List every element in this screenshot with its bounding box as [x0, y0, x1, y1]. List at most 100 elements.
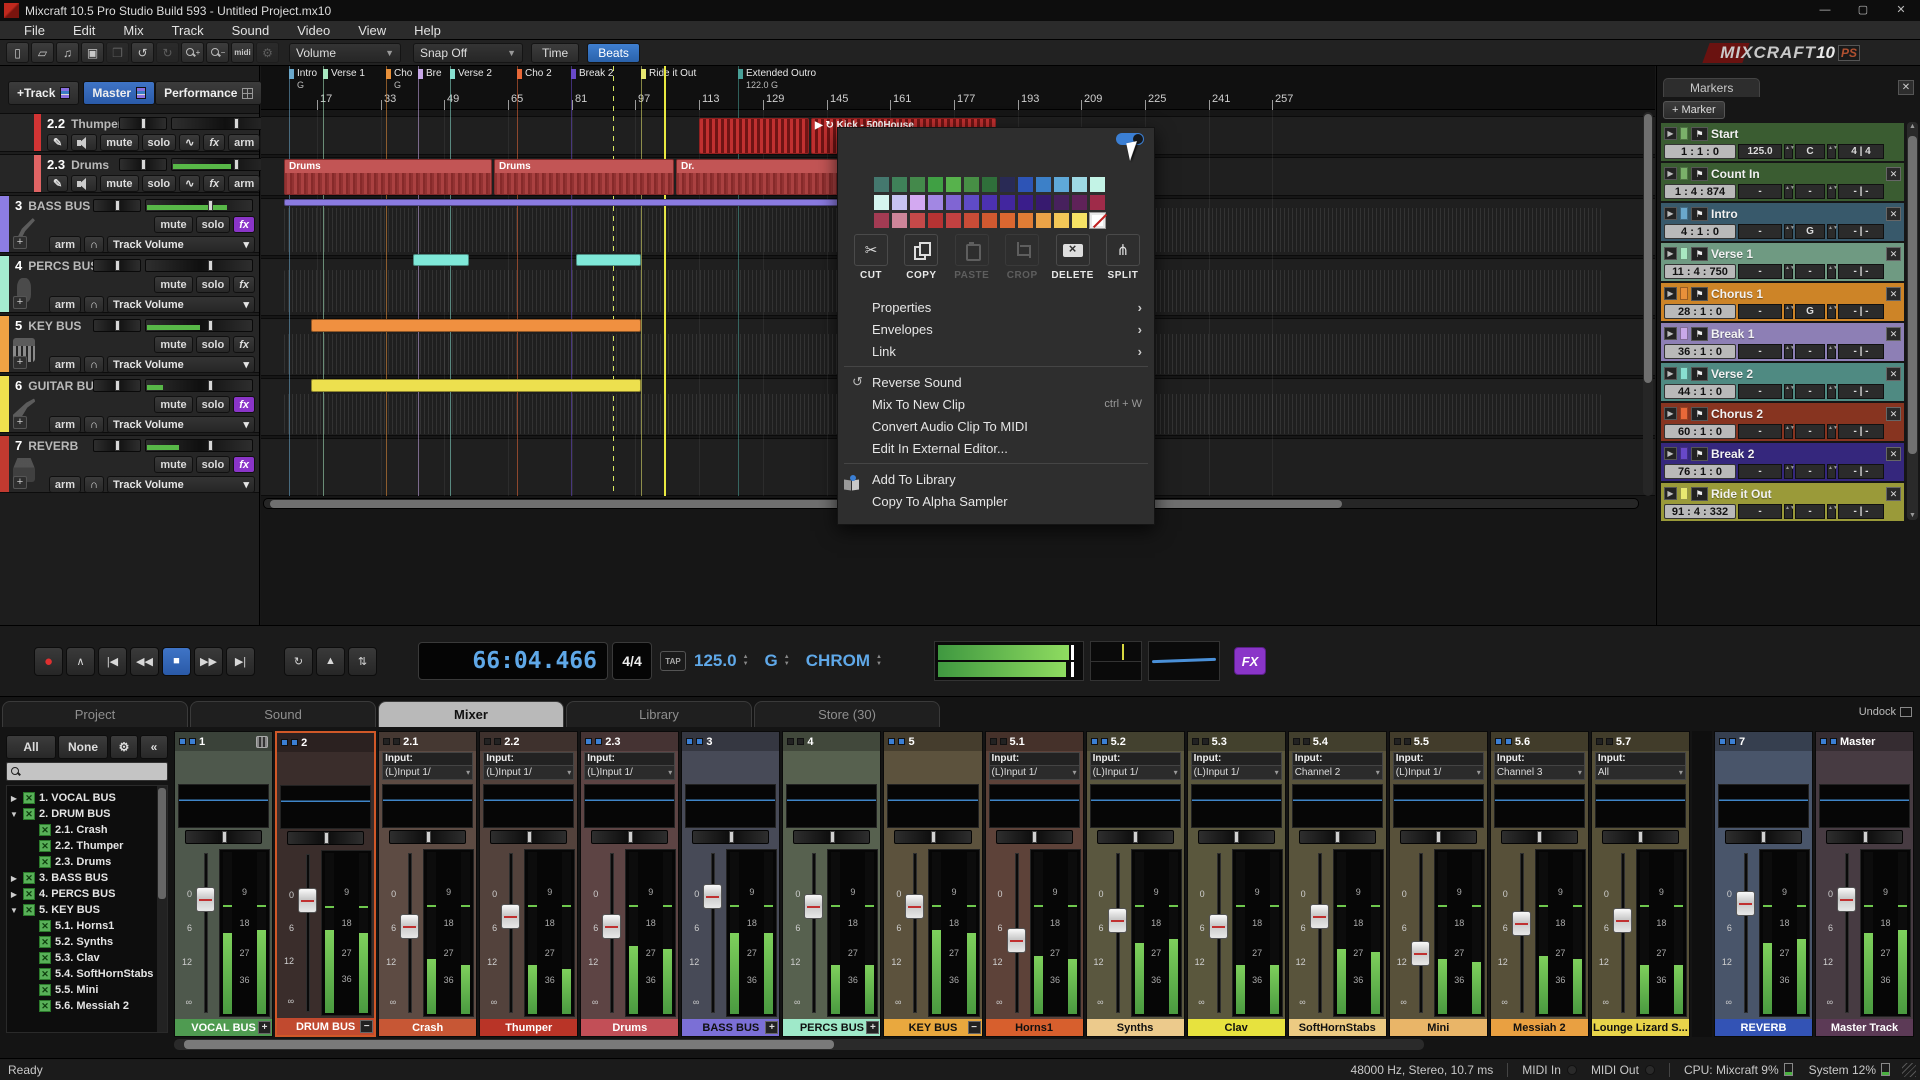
- arm-button[interactable]: arm: [49, 236, 81, 253]
- tree-down-arrow-icon[interactable]: ▼: [9, 810, 19, 819]
- marker-delete-button[interactable]: ✕: [1886, 407, 1901, 421]
- color-swatch[interactable]: [928, 177, 943, 192]
- color-swatch[interactable]: [892, 195, 907, 210]
- volume-handle[interactable]: [234, 118, 239, 129]
- marker-key-field[interactable]: -: [1795, 344, 1825, 359]
- strip-name-label[interactable]: REVERB: [1715, 1019, 1812, 1036]
- new-project-icon[interactable]: ▯: [6, 42, 29, 63]
- input-dropdown[interactable]: (L)Input 1/▾: [1393, 765, 1484, 780]
- envelope-button[interactable]: ∿: [179, 134, 200, 151]
- strip-name-label[interactable]: VOCAL BUS+: [175, 1019, 272, 1036]
- tree-item-3-bass-bus[interactable]: ▶✕3. BASS BUS: [9, 870, 165, 886]
- marker-expand-button[interactable]: ▶: [1664, 327, 1677, 340]
- key-spinner[interactable]: ▲▼: [1827, 344, 1836, 359]
- volume-fader[interactable]: [1309, 849, 1331, 1017]
- loop-record-button[interactable]: ∧: [66, 647, 95, 676]
- redo-icon[interactable]: ↻: [156, 42, 179, 63]
- marker-signature-field[interactable]: - | -: [1838, 304, 1884, 319]
- fader-handle[interactable]: [501, 904, 520, 929]
- undo-icon[interactable]: ↺: [131, 42, 154, 63]
- volume-slider[interactable]: [145, 259, 253, 272]
- add-subtrack-button[interactable]: +: [13, 296, 27, 309]
- performance-button[interactable]: Performance: [155, 81, 262, 105]
- fader-handle[interactable]: [1411, 941, 1430, 966]
- pan-slider[interactable]: [119, 117, 167, 130]
- marker-row-break-1[interactable]: ▶⚑Break 1✕36 : 1 : 0-▲▼-▲▼- | -: [1661, 323, 1904, 361]
- track-row-4[interactable]: 4PERCS BUSmutesolofxarm∩Track Volume▾+: [0, 255, 259, 313]
- marker-row-count-in[interactable]: ▶⚑Count In✕1 : 4 : 874-▲▼-▲▼- | -: [1661, 163, 1904, 201]
- menu-item-add-to-library[interactable]: Add To Library: [838, 468, 1154, 490]
- color-swatch[interactable]: [964, 213, 979, 228]
- pan-handle[interactable]: [628, 831, 633, 843]
- channel-checkbox[interactable]: ✕: [23, 888, 35, 900]
- marker-signature-field[interactable]: 4 | 4: [1838, 144, 1884, 159]
- duplicate-icon[interactable]: ❒: [106, 42, 129, 63]
- marker-time-field[interactable]: 1 : 1 : 0: [1664, 144, 1736, 159]
- volume-fader[interactable]: [1208, 849, 1230, 1017]
- flag-icon[interactable]: ⚑: [1691, 247, 1708, 261]
- ruler-marker-extended-outro[interactable]: Extended Outro: [738, 68, 816, 79]
- master-fx-button[interactable]: FX: [1234, 647, 1266, 675]
- input-dropdown[interactable]: Channel 3▾: [1494, 765, 1585, 780]
- tree-item-5-4-softhornstabs[interactable]: ✕5.4. SoftHornStabs: [9, 966, 165, 982]
- tree-right-arrow-icon[interactable]: ▶: [9, 874, 19, 883]
- channel-checkbox[interactable]: ✕: [39, 840, 51, 852]
- ruler-marker-break-2[interactable]: Break 2: [571, 68, 613, 79]
- marker-key-field[interactable]: -: [1795, 184, 1825, 199]
- input-dropdown[interactable]: (L)Input 1/▾: [382, 765, 473, 780]
- volume-fader[interactable]: [1836, 849, 1858, 1017]
- color-swatch[interactable]: [982, 195, 997, 210]
- fader-handle[interactable]: [1007, 928, 1026, 953]
- marker-key-field[interactable]: -: [1795, 264, 1825, 279]
- fader-handle[interactable]: [602, 914, 621, 939]
- strip-pan-slider[interactable]: [1097, 830, 1174, 844]
- automation-button[interactable]: ⇅: [348, 647, 377, 676]
- lock-icon[interactable]: ∩: [84, 476, 104, 493]
- add-subtrack-button[interactable]: +: [13, 356, 27, 369]
- volume-fader[interactable]: [1006, 849, 1028, 1017]
- fader-handle[interactable]: [1613, 908, 1632, 933]
- color-swatch[interactable]: [1000, 213, 1015, 228]
- clip-drums[interactable]: Drums: [284, 159, 492, 195]
- marker-time-field[interactable]: 11 : 4 : 750: [1664, 264, 1736, 279]
- fader-handle[interactable]: [1512, 911, 1531, 936]
- pan-handle[interactable]: [115, 440, 120, 451]
- import-audio-icon[interactable]: ♫: [56, 42, 79, 63]
- delete-button[interactable]: DELETE: [1050, 234, 1096, 281]
- key-spinner[interactable]: ▲▼: [1827, 144, 1836, 159]
- track-volume-dropdown[interactable]: Track Volume▾: [107, 416, 255, 433]
- arm-button[interactable]: arm: [228, 134, 260, 151]
- key-spinner[interactable]: ▲▼: [1827, 224, 1836, 239]
- flag-icon[interactable]: ⚑: [1691, 447, 1708, 461]
- marker-signature-field[interactable]: - | -: [1838, 224, 1884, 239]
- tab-mixer[interactable]: Mixer: [378, 701, 564, 727]
- strip-name-label[interactable]: Thumper: [480, 1019, 577, 1036]
- tree-item-5-3-clav[interactable]: ✕5.3. Clav: [9, 950, 165, 966]
- add-track-button[interactable]: +Track: [8, 81, 79, 105]
- collapse-button[interactable]: −: [968, 1021, 981, 1034]
- settings-icon[interactable]: ⚙: [256, 42, 279, 63]
- marker-color-chip[interactable]: [1680, 447, 1688, 460]
- color-swatch[interactable]: [982, 213, 997, 228]
- tempo-spinner[interactable]: ▲▼: [1784, 264, 1793, 279]
- clip[interactable]: [699, 118, 809, 154]
- channel-strip-7[interactable]: 70612∞9182736REVERB: [1714, 731, 1813, 1037]
- ruler-marker-bre[interactable]: Bre: [418, 68, 442, 79]
- volume-fader[interactable]: [297, 850, 319, 1016]
- collapse-button[interactable]: −: [360, 1020, 373, 1033]
- marker-key-field[interactable]: G: [1795, 224, 1825, 239]
- volume-fader[interactable]: [1735, 849, 1757, 1017]
- menu-item-copy-to-alpha-sampler[interactable]: Copy To Alpha Sampler: [838, 490, 1154, 512]
- key-spinner[interactable]: ▲▼: [1827, 464, 1836, 479]
- track-row-6[interactable]: 6GUITAR BUSmutesolofxarm∩Track Volume▾+: [0, 375, 259, 433]
- channel-checkbox[interactable]: ✕: [39, 952, 51, 964]
- time-signature-display[interactable]: 4/4: [612, 642, 652, 680]
- ruler-marker-verse-1[interactable]: Verse 1: [323, 68, 365, 79]
- clip-drums[interactable]: Drums: [494, 159, 674, 195]
- tree-item-5-key-bus[interactable]: ▼✕5. KEY BUS: [9, 902, 165, 918]
- pan-handle[interactable]: [115, 320, 120, 331]
- color-swatch[interactable]: [946, 213, 961, 228]
- marker-expand-button[interactable]: ▶: [1664, 407, 1677, 420]
- color-swatch[interactable]: [910, 213, 925, 228]
- solo-button[interactable]: solo: [196, 396, 231, 413]
